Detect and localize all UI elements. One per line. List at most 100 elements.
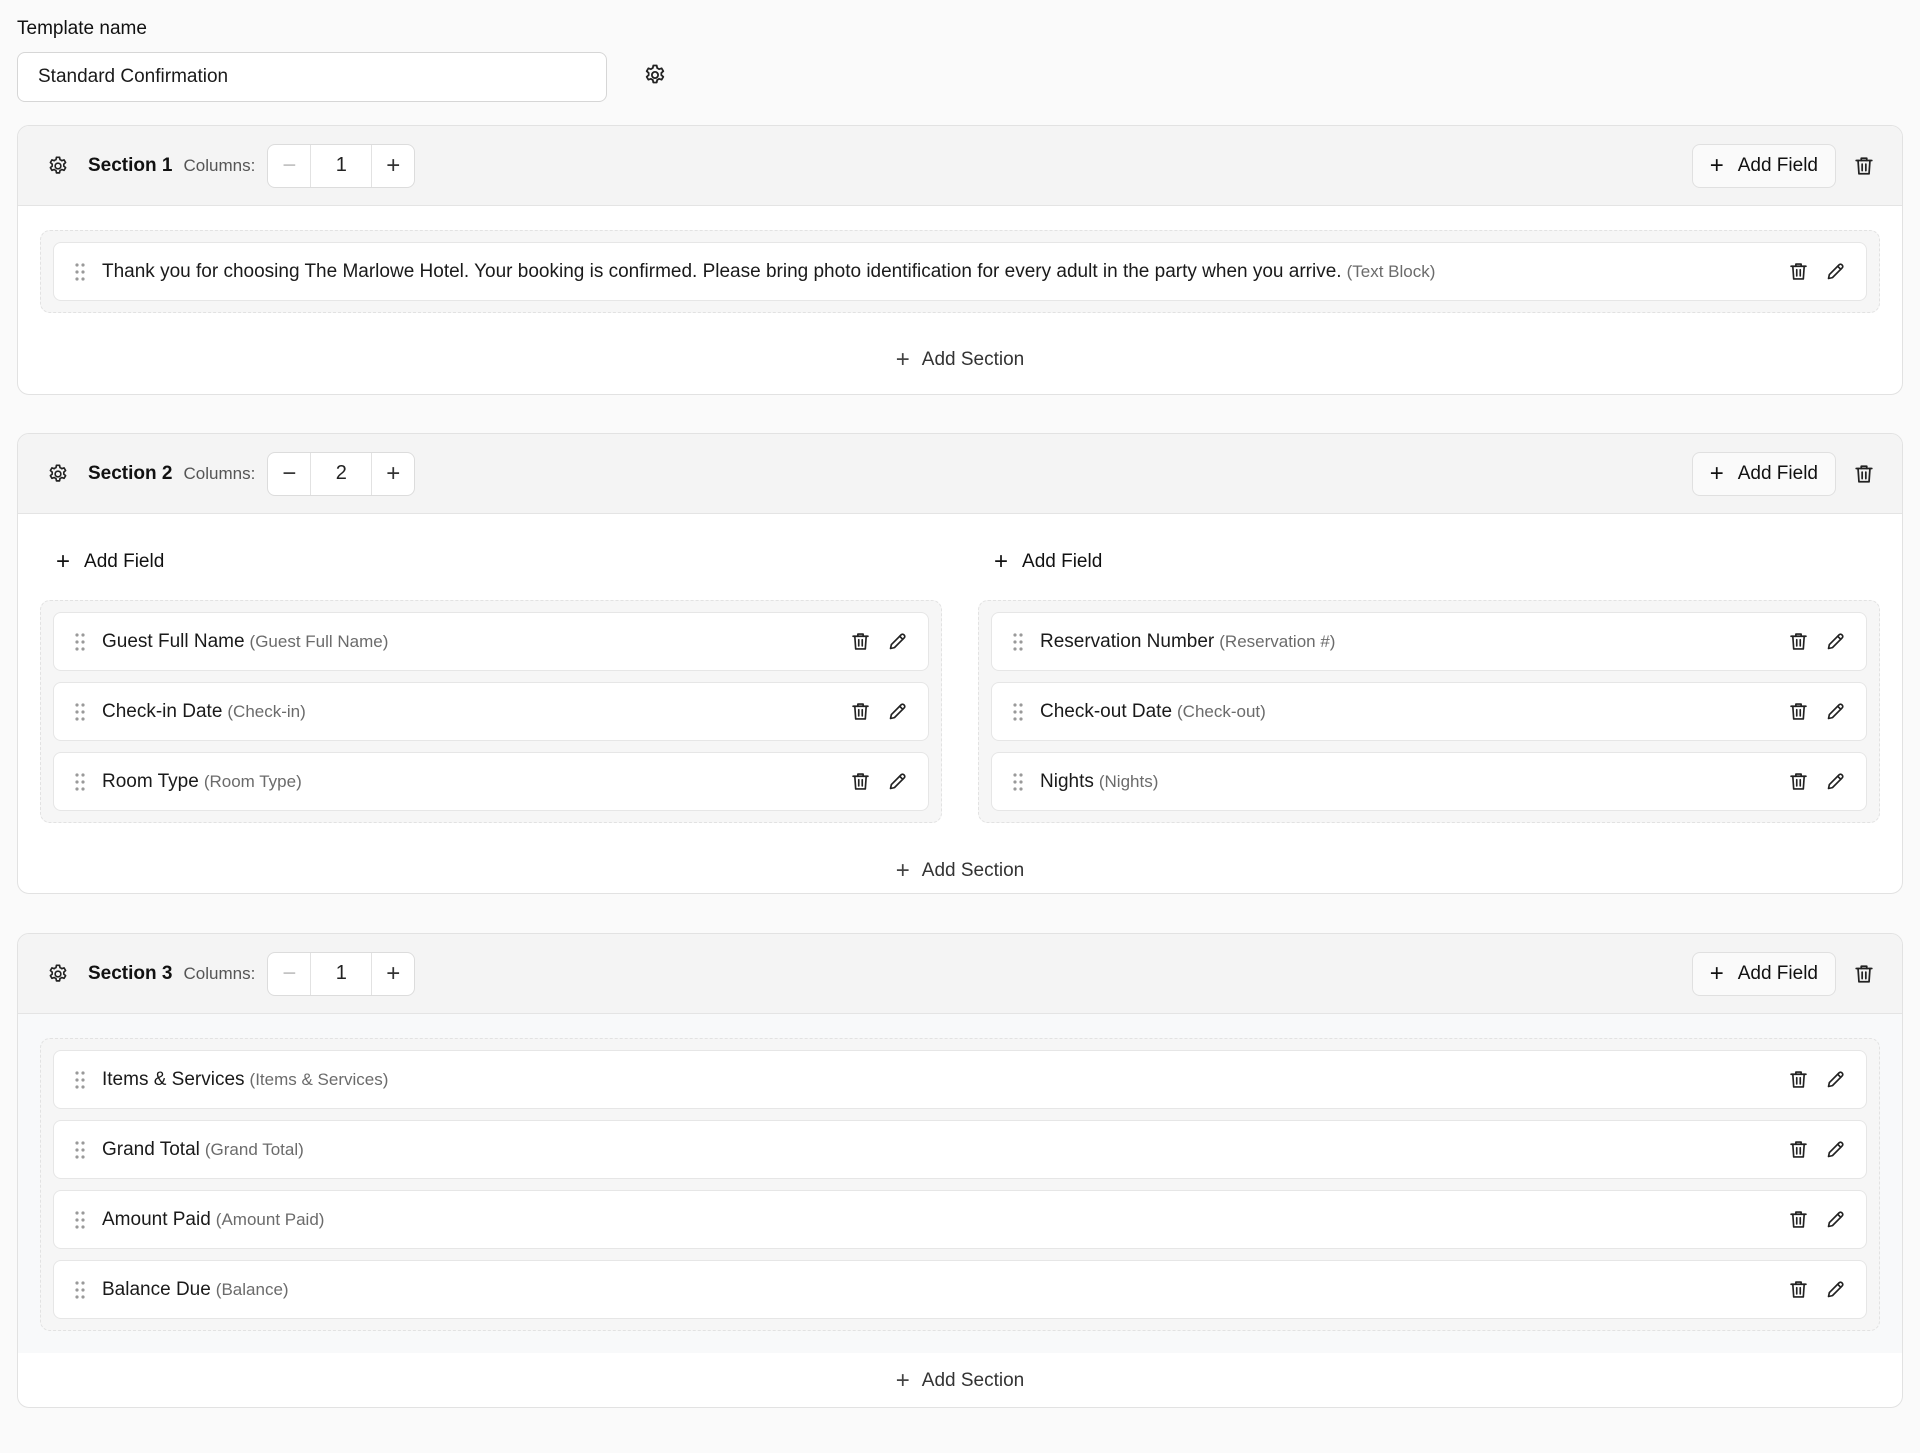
columns-label: Columns: — [183, 963, 256, 983]
edit-field-pencil-icon[interactable] — [886, 771, 908, 793]
delete-field-trash-icon[interactable] — [849, 701, 871, 723]
field-label: Nights — [1040, 770, 1094, 792]
columns-label: Columns: — [183, 155, 256, 175]
field-row[interactable]: Balance Due (Balance) — [53, 1260, 1867, 1319]
delete-section-trash-icon[interactable] — [1852, 962, 1876, 986]
field-row[interactable]: Items & Services (Items & Services) — [53, 1050, 1867, 1109]
field-drop-zone: Reservation Number (Reservation #) Check… — [978, 600, 1880, 823]
drag-handle-icon[interactable] — [74, 772, 86, 792]
drag-handle-icon[interactable] — [74, 1070, 86, 1090]
section-title: Section 2 — [88, 462, 173, 484]
columns-decrement-minus-icon[interactable]: − — [268, 953, 310, 995]
field-row[interactable]: Nights (Nights) — [991, 752, 1867, 811]
field-label: Thank you for choosing The Marlowe Hotel… — [102, 260, 1342, 282]
edit-field-pencil-icon[interactable] — [1824, 1209, 1846, 1231]
delete-field-trash-icon[interactable] — [1787, 261, 1809, 283]
field-row[interactable]: Guest Full Name (Guest Full Name) — [53, 612, 929, 671]
add-field-button[interactable]: + Add Field — [1691, 951, 1836, 996]
columns-stepper[interactable]: − 2 + — [267, 451, 416, 496]
delete-field-trash-icon[interactable] — [1787, 701, 1809, 723]
add-field-label: Add Field — [84, 550, 165, 572]
columns-value[interactable]: 1 — [310, 144, 373, 187]
delete-field-trash-icon[interactable] — [1787, 771, 1809, 793]
delete-field-trash-icon[interactable] — [1787, 1139, 1809, 1161]
drag-handle-icon[interactable] — [74, 1210, 86, 1230]
edit-field-pencil-icon[interactable] — [886, 701, 908, 723]
field-alias: (Check-in) — [227, 701, 306, 721]
field-drop-zone: Guest Full Name (Guest Full Name) Check-… — [40, 600, 942, 823]
field-label: Check-out Date — [1040, 700, 1173, 722]
field-alias: (Check-out) — [1177, 701, 1266, 721]
edit-field-pencil-icon[interactable] — [1824, 631, 1846, 653]
columns-value[interactable]: 1 — [310, 952, 373, 995]
columns-value[interactable]: 2 — [310, 452, 373, 495]
section-settings-gear-icon[interactable] — [46, 154, 70, 178]
drag-handle-icon[interactable] — [74, 262, 86, 282]
delete-section-trash-icon[interactable] — [1852, 462, 1876, 486]
template-settings-gear-icon[interactable] — [642, 62, 668, 88]
columns-stepper[interactable]: − 1 + — [267, 951, 416, 996]
field-alias: (Nights) — [1098, 771, 1159, 791]
field-row[interactable]: Reservation Number (Reservation #) — [991, 612, 1867, 671]
delete-field-trash-icon[interactable] — [849, 631, 871, 653]
field-label: Check-in Date — [102, 700, 223, 722]
columns-increment-plus-icon[interactable]: + — [372, 145, 414, 187]
columns-label: Columns: — [183, 463, 256, 483]
edit-field-pencil-icon[interactable] — [1824, 771, 1846, 793]
field-row[interactable]: Room Type (Room Type) — [53, 752, 929, 811]
section-settings-gear-icon[interactable] — [46, 962, 70, 986]
add-section-button[interactable]: + Add Section — [18, 1353, 1902, 1407]
delete-field-trash-icon[interactable] — [1787, 631, 1809, 653]
columns-increment-plus-icon[interactable]: + — [372, 953, 414, 995]
columns-stepper[interactable]: − 1 + — [267, 143, 416, 188]
columns-decrement-minus-icon[interactable]: − — [268, 453, 310, 495]
delete-field-trash-icon[interactable] — [1787, 1209, 1809, 1231]
columns-increment-plus-icon[interactable]: + — [372, 453, 414, 495]
edit-field-pencil-icon[interactable] — [1824, 1279, 1846, 1301]
column-add-field-button[interactable]: + Add Field — [40, 540, 942, 583]
section-title: Section 1 — [88, 154, 173, 176]
section-settings-gear-icon[interactable] — [46, 462, 70, 486]
field-label: Grand Total — [102, 1138, 200, 1160]
drag-handle-icon[interactable] — [1012, 632, 1024, 652]
delete-section-trash-icon[interactable] — [1852, 154, 1876, 178]
columns-decrement-minus-icon[interactable]: − — [268, 145, 310, 187]
add-field-label: Add Field — [1737, 962, 1818, 984]
edit-field-pencil-icon[interactable] — [1824, 1069, 1846, 1091]
plus-icon: + — [895, 856, 910, 884]
delete-field-trash-icon[interactable] — [1787, 1279, 1809, 1301]
add-section-button[interactable]: + Add Section — [18, 823, 1902, 893]
field-row[interactable]: Check-in Date (Check-in) — [53, 682, 929, 741]
edit-field-pencil-icon[interactable] — [1824, 261, 1846, 283]
column-1: + Add Field Guest Full Name (Guest Full … — [40, 540, 942, 823]
template-name-input[interactable] — [17, 52, 607, 102]
drag-handle-icon[interactable] — [74, 1280, 86, 1300]
field-row[interactable]: Amount Paid (Amount Paid) — [53, 1190, 1867, 1249]
add-field-label: Add Field — [1022, 550, 1103, 572]
drag-handle-icon[interactable] — [74, 632, 86, 652]
drag-handle-icon[interactable] — [74, 702, 86, 722]
plus-icon: + — [1709, 151, 1724, 179]
field-row[interactable]: Grand Total (Grand Total) — [53, 1120, 1867, 1179]
drag-handle-icon[interactable] — [74, 1140, 86, 1160]
field-alias: (Grand Total) — [204, 1139, 304, 1159]
add-field-button[interactable]: + Add Field — [1691, 451, 1836, 496]
edit-field-pencil-icon[interactable] — [1824, 701, 1846, 723]
template-name-label: Template name — [17, 18, 147, 39]
add-section-button[interactable]: + Add Section — [18, 313, 1902, 394]
delete-field-trash-icon[interactable] — [1787, 1069, 1809, 1091]
field-row[interactable]: Check-out Date (Check-out) — [991, 682, 1867, 741]
field-label: Reservation Number — [1040, 630, 1215, 652]
add-field-label: Add Field — [1737, 462, 1818, 484]
add-field-button[interactable]: + Add Field — [1691, 143, 1836, 188]
edit-field-pencil-icon[interactable] — [1824, 1139, 1846, 1161]
drag-handle-icon[interactable] — [1012, 772, 1024, 792]
section-title: Section 3 — [88, 962, 173, 984]
section-2: Section 2 Columns: − 2 + + Add Field + A… — [17, 433, 1903, 894]
delete-field-trash-icon[interactable] — [849, 771, 871, 793]
column-add-field-button[interactable]: + Add Field — [978, 540, 1880, 583]
edit-field-pencil-icon[interactable] — [886, 631, 908, 653]
field-row[interactable]: Thank you for choosing The Marlowe Hotel… — [53, 242, 1867, 301]
drag-handle-icon[interactable] — [1012, 702, 1024, 722]
field-label: Items & Services — [102, 1068, 245, 1090]
